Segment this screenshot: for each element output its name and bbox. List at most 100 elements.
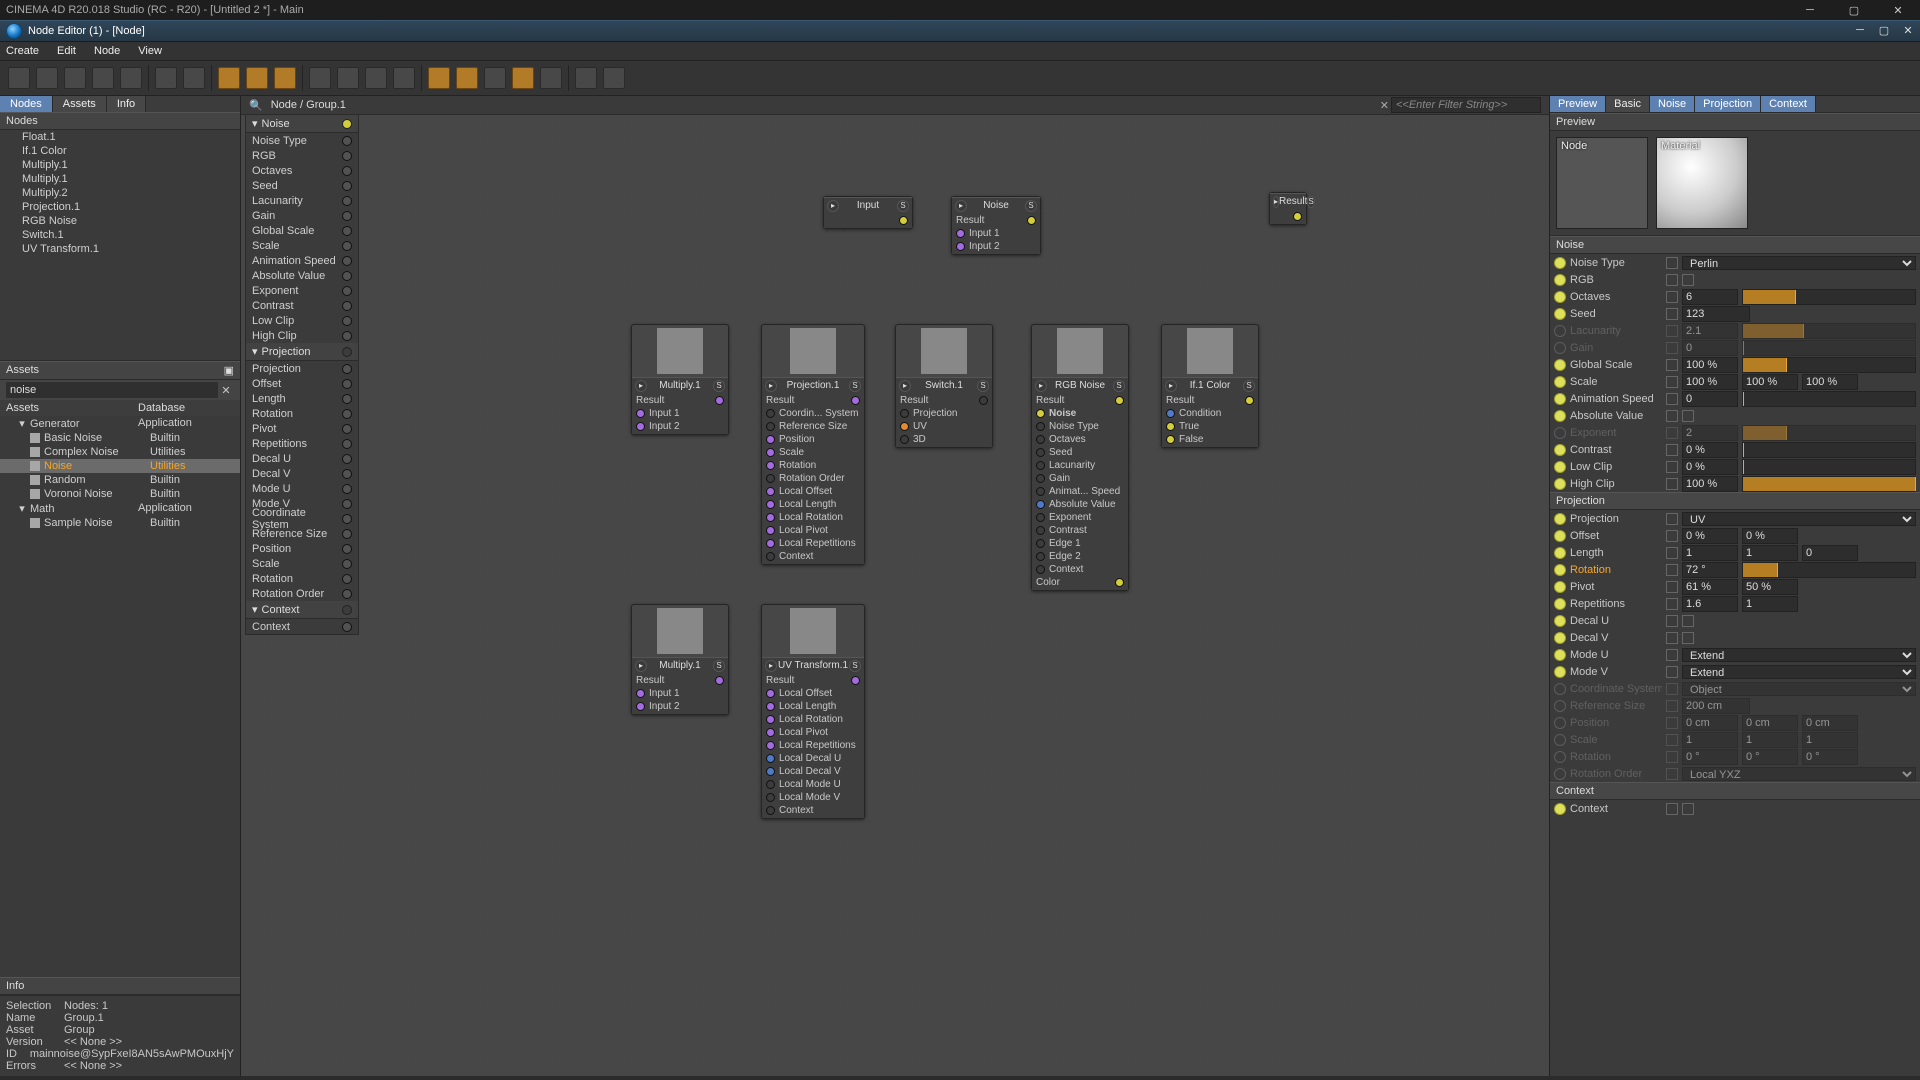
filter-input[interactable]: <<Enter Filter String>> bbox=[1391, 97, 1541, 113]
asset-row[interactable]: ▾MathApplication bbox=[0, 501, 240, 516]
tool-button[interactable] bbox=[92, 67, 114, 89]
attr-coordinate-system[interactable]: Coordinate SystemObject bbox=[1550, 680, 1920, 697]
attr-group-header[interactable]: ▾Projection bbox=[246, 343, 358, 361]
tool-button[interactable] bbox=[540, 67, 562, 89]
attr-lacunarity[interactable]: Lacunarity bbox=[1550, 322, 1920, 339]
preview-node[interactable]: Node bbox=[1556, 137, 1648, 229]
attr-port[interactable]: Offset bbox=[246, 376, 358, 391]
attr-port[interactable]: Scale bbox=[246, 556, 358, 571]
attr-port[interactable]: Exponent bbox=[246, 283, 358, 298]
attr-decal-u[interactable]: Decal U bbox=[1550, 612, 1920, 629]
asset-row[interactable]: ▾GeneratorApplication bbox=[0, 416, 240, 431]
attr-decal-v[interactable]: Decal V bbox=[1550, 629, 1920, 646]
attr-port[interactable]: Pivot bbox=[246, 421, 358, 436]
tool-button[interactable] bbox=[155, 67, 177, 89]
graph-node-rgbnoise[interactable]: ▸RGB NoiseSResultNoiseNoise TypeOctavesS… bbox=[1031, 324, 1129, 591]
asset-row[interactable]: Complex NoiseUtilities bbox=[0, 445, 240, 459]
asset-row[interactable]: Basic NoiseBuiltin bbox=[0, 431, 240, 445]
graph-node-input[interactable]: ▸InputS bbox=[823, 196, 913, 229]
attr-port[interactable]: Reference Size bbox=[246, 526, 358, 541]
node-list-item[interactable]: Switch.1 bbox=[0, 228, 240, 242]
sub-minimize-icon[interactable]: ─ bbox=[1848, 21, 1872, 39]
breadcrumb[interactable]: Node / Group.1 bbox=[271, 99, 346, 111]
attr-projection[interactable]: ProjectionUV bbox=[1550, 510, 1920, 527]
attr-mode-v[interactable]: Mode VExtend bbox=[1550, 663, 1920, 680]
node-list-item[interactable]: If.1 Color bbox=[0, 144, 240, 158]
tab-info[interactable]: Info bbox=[107, 96, 146, 112]
tool-button[interactable] bbox=[183, 67, 205, 89]
graph-search-icon[interactable]: 🔍 bbox=[249, 99, 263, 112]
maximize-icon[interactable]: ▢ bbox=[1832, 0, 1876, 20]
attr-port[interactable]: Repetitions bbox=[246, 436, 358, 451]
attr-port[interactable]: Gain bbox=[246, 208, 358, 223]
attr-port[interactable]: Contrast bbox=[246, 298, 358, 313]
attr-pivot[interactable]: Pivot bbox=[1550, 578, 1920, 595]
tool-button[interactable] bbox=[274, 67, 296, 89]
attr-rgb[interactable]: RGB bbox=[1550, 271, 1920, 288]
asset-row[interactable]: NoiseUtilities bbox=[0, 459, 240, 473]
attributes-section[interactable]: NoiseNoise TypePerlinRGBOctavesSeedLacun… bbox=[1550, 235, 1920, 1076]
tool-button[interactable] bbox=[120, 67, 142, 89]
attr-port[interactable]: Animation Speed bbox=[246, 253, 358, 268]
node-list-item[interactable]: Float.1 bbox=[0, 130, 240, 144]
tool-button[interactable] bbox=[246, 67, 268, 89]
attr-rotation-order[interactable]: Rotation OrderLocal YXZ bbox=[1550, 765, 1920, 782]
node-list-item[interactable]: Multiply.1 bbox=[0, 158, 240, 172]
attr-repetitions[interactable]: Repetitions bbox=[1550, 595, 1920, 612]
attr-tab-noise[interactable]: Noise bbox=[1650, 96, 1695, 112]
menu-create[interactable]: Create bbox=[6, 45, 39, 57]
attr-animation-speed[interactable]: Animation Speed bbox=[1550, 390, 1920, 407]
close-icon[interactable]: ✕ bbox=[1876, 0, 1920, 20]
attr-rotation[interactable]: Rotation bbox=[1550, 748, 1920, 765]
node-list-item[interactable]: Projection.1 bbox=[0, 200, 240, 214]
attr-tab-context[interactable]: Context bbox=[1761, 96, 1816, 112]
graph-node-noise-out[interactable]: ▸NoiseSResultInput 1Input 2 bbox=[951, 196, 1041, 255]
attr-gain[interactable]: Gain bbox=[1550, 339, 1920, 356]
attr-port[interactable]: Rotation bbox=[246, 571, 358, 586]
attr-high-clip[interactable]: High Clip bbox=[1550, 475, 1920, 492]
attr-port[interactable]: Rotation Order bbox=[246, 586, 358, 601]
node-list-item[interactable]: Multiply.1 bbox=[0, 172, 240, 186]
attr-tab-projection[interactable]: Projection bbox=[1695, 96, 1761, 112]
tab-assets[interactable]: Assets bbox=[53, 96, 107, 112]
tool-button[interactable] bbox=[393, 67, 415, 89]
attr-port[interactable]: Global Scale bbox=[246, 223, 358, 238]
attr-noise-type[interactable]: Noise TypePerlin bbox=[1550, 254, 1920, 271]
attr-scale[interactable]: Scale bbox=[1550, 373, 1920, 390]
tool-button[interactable] bbox=[36, 67, 58, 89]
attr-port[interactable]: Lacunarity bbox=[246, 193, 358, 208]
attr-group-header[interactable]: ▾Noise bbox=[246, 115, 358, 133]
undock-icon[interactable]: ▣ bbox=[224, 364, 234, 377]
attr-scale[interactable]: Scale bbox=[1550, 731, 1920, 748]
attr-port[interactable]: Absolute Value bbox=[246, 268, 358, 283]
graph-node-proj1[interactable]: ▸Projection.1SResultCoordin... SystemRef… bbox=[761, 324, 865, 565]
asset-row[interactable]: RandomBuiltin bbox=[0, 473, 240, 487]
tool-button[interactable] bbox=[8, 67, 30, 89]
attr-port[interactable]: Position bbox=[246, 541, 358, 556]
attr-port[interactable]: Length bbox=[246, 391, 358, 406]
tool-button[interactable] bbox=[512, 67, 534, 89]
tool-button[interactable] bbox=[218, 67, 240, 89]
attr-rotation[interactable]: Rotation bbox=[1550, 561, 1920, 578]
attr-global-scale[interactable]: Global Scale bbox=[1550, 356, 1920, 373]
graph-node-uvt1[interactable]: ▸UV Transform.1SResultLocal OffsetLocal … bbox=[761, 604, 865, 819]
preview-material[interactable]: Material bbox=[1656, 137, 1748, 229]
tool-button[interactable] bbox=[64, 67, 86, 89]
attr-context[interactable]: Context bbox=[1550, 800, 1920, 817]
sub-close-icon[interactable]: ✕ bbox=[1896, 21, 1920, 39]
attr-seed[interactable]: Seed bbox=[1550, 305, 1920, 322]
node-graph[interactable]: 🔍 Node / Group.1 ✕ <<Enter Filter String… bbox=[240, 96, 1550, 1076]
attr-port[interactable]: RGB bbox=[246, 148, 358, 163]
graph-node-mult1[interactable]: ▸Multiply.1SResultInput 1Input 2 bbox=[631, 324, 729, 435]
asset-tree[interactable]: ▾GeneratorApplicationBasic NoiseBuiltinC… bbox=[0, 416, 240, 977]
tab-nodes[interactable]: Nodes bbox=[0, 96, 53, 112]
attr-position[interactable]: Position bbox=[1550, 714, 1920, 731]
attr-offset[interactable]: Offset bbox=[1550, 527, 1920, 544]
menu-node[interactable]: Node bbox=[94, 45, 120, 57]
attr-port[interactable]: Scale bbox=[246, 238, 358, 253]
node-list-item[interactable]: UV Transform.1 bbox=[0, 242, 240, 256]
graph-node-result-out[interactable]: ▸ResultS bbox=[1269, 192, 1307, 225]
asset-row[interactable]: Sample NoiseBuiltin bbox=[0, 516, 240, 530]
tool-button[interactable] bbox=[456, 67, 478, 89]
attr-port[interactable]: Mode U bbox=[246, 481, 358, 496]
